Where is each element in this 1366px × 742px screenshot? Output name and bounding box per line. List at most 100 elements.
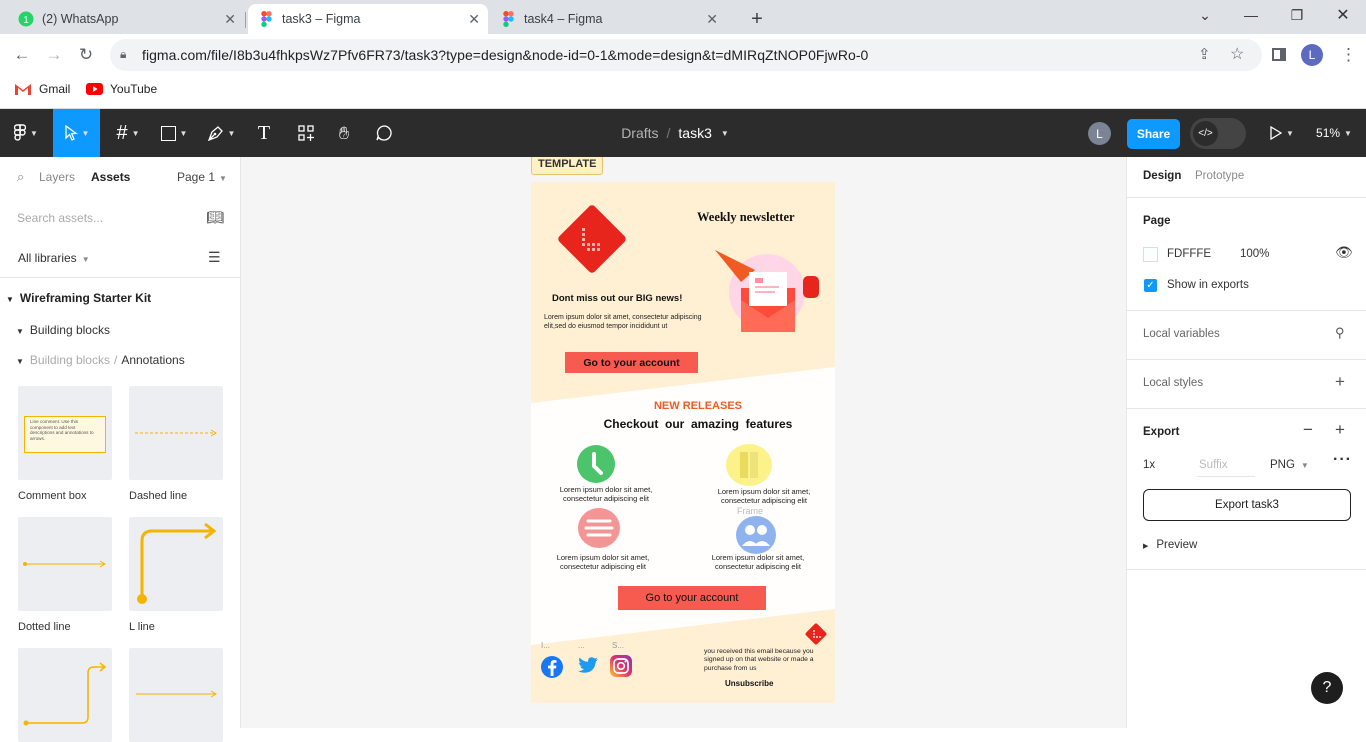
close-icon[interactable]: ✕ bbox=[224, 11, 236, 28]
forward-icon[interactable]: → bbox=[42, 43, 66, 67]
close-icon[interactable]: ✕ bbox=[468, 11, 480, 28]
rectangle-icon bbox=[160, 125, 176, 141]
export-scale[interactable]: 1x bbox=[1143, 459, 1155, 471]
frame-tool-button[interactable]: # ▼ bbox=[108, 109, 148, 157]
pen-tool-button[interactable]: ▼ bbox=[200, 109, 242, 157]
dev-mode-toggle[interactable]: </> bbox=[1190, 118, 1246, 149]
add-export-icon[interactable]: + bbox=[1335, 420, 1345, 440]
tab-prototype[interactable]: Prototype bbox=[1195, 170, 1244, 182]
show-in-exports-checkbox[interactable]: ✓ bbox=[1144, 279, 1157, 292]
main-menu-button[interactable]: ▼ bbox=[6, 109, 46, 157]
page-selector[interactable]: Page 1 ▼ bbox=[177, 170, 227, 184]
file-breadcrumb[interactable]: Drafts / task3 ▼ bbox=[600, 109, 750, 157]
template-tag[interactable]: TEMPLATE bbox=[531, 157, 604, 175]
reload-icon[interactable]: ↻ bbox=[74, 43, 98, 67]
move-tool-button[interactable]: ▼ bbox=[53, 109, 100, 157]
library-book-icon[interactable]: 📖︎ bbox=[206, 209, 224, 226]
libraries-dropdown[interactable]: All libraries ▼ bbox=[18, 251, 90, 265]
file-name: task3 bbox=[678, 125, 712, 141]
url-box[interactable]: 🔒︎ figma.com/file/I8b3u4fhkpsWz7Pfv6FR73… bbox=[110, 39, 1262, 71]
export-more-icon[interactable]: ··· bbox=[1333, 451, 1352, 469]
search-icon[interactable]: ⌕ bbox=[17, 169, 24, 185]
search-assets-input[interactable]: Search assets... bbox=[17, 211, 103, 225]
bookmark-star-icon[interactable]: ☆ bbox=[1230, 44, 1244, 64]
remove-export-icon[interactable]: − bbox=[1303, 420, 1313, 440]
frame-label: Frame bbox=[737, 506, 764, 516]
twitter-icon[interactable] bbox=[577, 656, 599, 676]
asset-comment-box[interactable]: Line comment. Use this component to add … bbox=[18, 386, 112, 480]
go-to-account-button-2[interactable]: Go to your account bbox=[618, 586, 766, 610]
design-canvas[interactable]: TEMPLATE Weekly newsletter Dont miss out… bbox=[241, 157, 1126, 728]
kit-group[interactable]: ▼ Wireframing Starter Kit bbox=[6, 291, 151, 305]
present-button[interactable]: ▼ bbox=[1264, 109, 1300, 157]
feature-text: Lorem ipsum dolor sit amet, consectetur a… bbox=[717, 487, 811, 505]
page-opacity[interactable]: 100% bbox=[1240, 248, 1269, 260]
close-icon[interactable]: ✕ bbox=[706, 11, 718, 28]
bookmark-youtube[interactable]: YouTube bbox=[86, 82, 157, 96]
share-button[interactable]: Share bbox=[1127, 119, 1180, 149]
newsletter-frame[interactable]: Weekly newsletter Dont miss out our BIG … bbox=[531, 182, 835, 703]
tab-design[interactable]: Design bbox=[1143, 170, 1181, 182]
instagram-icon[interactable] bbox=[610, 655, 632, 677]
figma-icon bbox=[258, 11, 274, 27]
go-to-account-button[interactable]: Go to your account bbox=[565, 352, 698, 373]
export-format-select[interactable]: PNG ▼ bbox=[1270, 459, 1309, 471]
tab-search-chevron-icon[interactable]: ⌄ bbox=[1182, 0, 1228, 30]
page-color-value[interactable]: FDFFFE bbox=[1167, 248, 1211, 260]
page-section-title: Page bbox=[1143, 215, 1171, 227]
hand-tool-icon[interactable]: ✋︎ bbox=[330, 109, 358, 157]
footer-text: you received this email because you sign… bbox=[704, 648, 814, 672]
help-button[interactable]: ? bbox=[1311, 672, 1343, 704]
divider bbox=[0, 277, 240, 278]
text-tool-icon[interactable]: T bbox=[250, 109, 278, 157]
tab-task4[interactable]: task4 – Figma ✕ bbox=[490, 4, 726, 34]
headline: Dont miss out our BIG news! bbox=[552, 293, 683, 304]
browser-menu-icon[interactable]: ⋮ bbox=[1340, 43, 1357, 67]
bookmark-gmail[interactable]: Gmail bbox=[14, 82, 70, 96]
asset-l-line[interactable] bbox=[129, 517, 223, 611]
comment-box-preview: Line comment. Use this component to add … bbox=[24, 416, 106, 453]
add-style-icon[interactable]: + bbox=[1335, 372, 1345, 392]
unsubscribe-link[interactable]: Unsubscribe bbox=[725, 679, 773, 688]
frame-hash-icon: # bbox=[116, 121, 128, 144]
feature-text: Lorem ipsum dolor sit amet, consectetur a… bbox=[556, 553, 650, 571]
newsletter-title: Weekly newsletter bbox=[697, 210, 795, 224]
tab-task3[interactable]: task3 – Figma ✕ bbox=[248, 4, 488, 34]
page-color-swatch[interactable] bbox=[1143, 247, 1158, 262]
tab-assets[interactable]: Assets bbox=[91, 170, 130, 184]
tab-whatsapp[interactable]: 1 (2) WhatsApp ✕ bbox=[8, 4, 244, 34]
breadcrumb-separator: / bbox=[666, 125, 671, 141]
url-text[interactable]: figma.com/file/I8b3u4fhkpsWz7Pfv6FR73/ta… bbox=[142, 47, 868, 63]
user-avatar[interactable]: L bbox=[1088, 122, 1111, 145]
facebook-icon[interactable] bbox=[541, 656, 563, 678]
restore-icon[interactable]: ❐ bbox=[1274, 0, 1320, 30]
window-close-icon[interactable]: ✕ bbox=[1320, 0, 1366, 30]
asset-dotted-line[interactable] bbox=[18, 517, 112, 611]
eye-icon[interactable]: 👁︎ bbox=[1335, 244, 1353, 261]
back-icon[interactable]: ← bbox=[10, 43, 34, 67]
variables-adjust-icon[interactable]: ⚲ bbox=[1335, 325, 1345, 341]
annotations-group[interactable]: ▼ Building blocks / Annotations bbox=[16, 353, 185, 367]
asset-label: Comment box bbox=[18, 490, 87, 502]
whatsapp-badge: 1 bbox=[23, 15, 29, 26]
zoom-control[interactable]: 51% ▼ bbox=[1310, 109, 1358, 157]
profile-avatar[interactable]: L bbox=[1301, 44, 1323, 66]
sidebar-toggle-icon[interactable] bbox=[1272, 48, 1286, 61]
shape-tool-button[interactable]: ▼ bbox=[154, 109, 194, 157]
resources-icon[interactable] bbox=[292, 109, 320, 157]
export-button[interactable]: Export task3 bbox=[1143, 489, 1351, 521]
minimize-icon[interactable]: — bbox=[1228, 0, 1274, 30]
local-styles-label[interactable]: Local styles bbox=[1143, 377, 1203, 389]
local-variables-label[interactable]: Local variables bbox=[1143, 328, 1220, 340]
share-page-icon[interactable]: ⇪ bbox=[1198, 45, 1211, 63]
social-label: I... bbox=[541, 641, 550, 650]
preview-toggle[interactable]: ▶ Preview bbox=[1143, 539, 1197, 551]
suffix-input[interactable]: Suffix bbox=[1197, 453, 1255, 477]
building-blocks-group[interactable]: ▼ Building blocks bbox=[16, 323, 110, 337]
comment-tool-icon[interactable] bbox=[370, 109, 398, 157]
asset-dashed-line[interactable] bbox=[129, 386, 223, 480]
figma-icon bbox=[500, 11, 516, 27]
new-tab-icon[interactable]: + bbox=[734, 4, 780, 34]
tab-layers[interactable]: Layers bbox=[39, 170, 75, 184]
list-view-icon[interactable]: ☰ bbox=[208, 249, 221, 266]
